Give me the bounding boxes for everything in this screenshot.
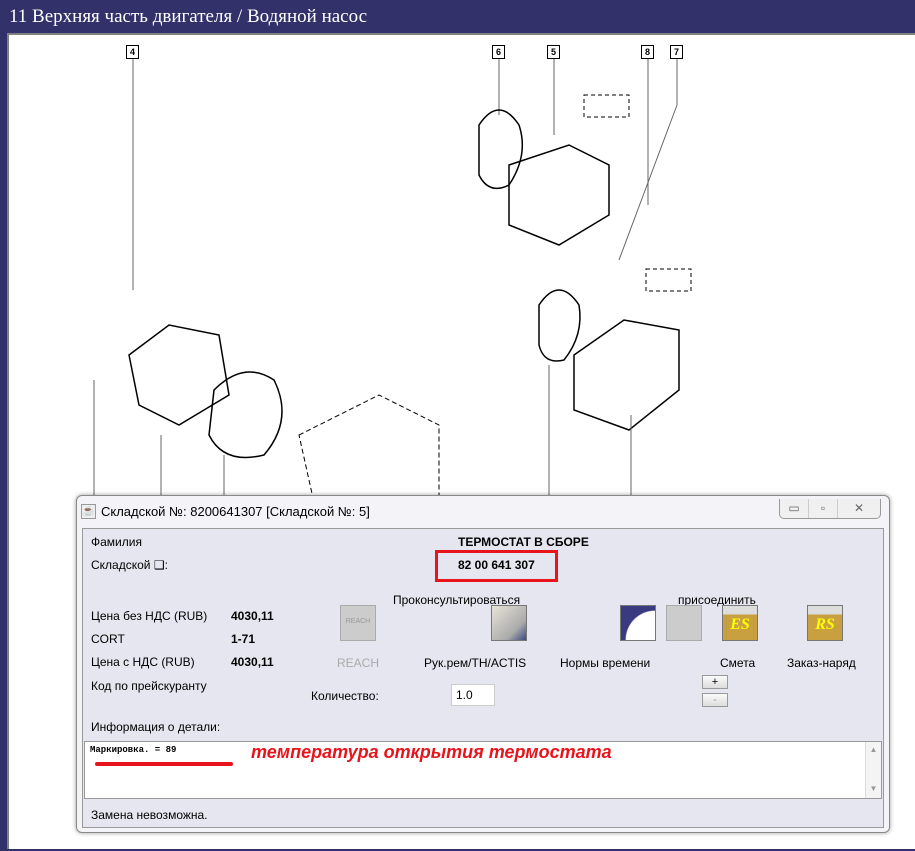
stock-label: Складской ❑: [91,558,168,572]
plus-button[interactable]: + [702,675,728,689]
minimize-button[interactable]: ▭ [780,499,809,518]
callout-5[interactable]: 5 [547,45,560,59]
quantity-label: Количество: [311,689,379,703]
estimate-es-icon[interactable]: ES [722,605,758,641]
info-text: Маркировка. = 89 [90,745,177,755]
window-controls: ▭ ▫ ✕ [779,499,881,519]
close-button[interactable]: ✕ [838,499,880,518]
part-details-dialog: ☕ Складской №: 8200641307 [Складской №: … [76,495,890,833]
info-textarea[interactable]: Маркировка. = 89 температура открытия те… [84,741,882,799]
manual-button-label[interactable]: Рук.рем/TH/ACTIS [424,656,526,670]
callout-6[interactable]: 6 [492,45,505,59]
cort-label: CORT [91,632,125,646]
dialog-title: Складской №: 8200641307 [Складской №: 5] [101,504,370,519]
reach-button-label[interactable]: REACH [337,656,379,670]
window-title: 11 Верхняя часть двигателя / Водяной нас… [0,0,915,33]
clock-icon[interactable] [620,605,656,641]
reach-icon[interactable]: REACH [340,605,376,641]
price-no-vat-value: 4030,11 [231,609,274,623]
family-label: Фамилия [91,535,142,549]
stock-number: 82 00 641 307 [458,558,535,572]
quantity-input[interactable]: 1.0 [451,684,495,706]
callout-7[interactable]: 7 [670,45,683,59]
work-order-rs-icon[interactable]: RS [807,605,843,641]
callout-8[interactable]: 8 [641,45,654,59]
info-label: Информация о детали: [91,720,221,734]
part-name: ТЕРМОСТАТ В СБОРЕ [458,535,589,549]
annotation-text: температура открытия термостата [251,742,612,762]
attach-document-icon[interactable] [666,605,702,641]
dialog-content: Фамилия ТЕРМОСТАТ В СБОРЕ Складской ❑: 8… [82,528,884,828]
estimate-button-label[interactable]: Смета [720,656,755,670]
scrollbar[interactable]: ▲ ▼ [865,742,881,798]
work-order-button-label[interactable]: Заказ-наряд [787,656,856,670]
java-icon: ☕ [81,504,96,519]
cort-value: 1-71 [231,632,256,646]
price-vat-value: 4030,11 [231,655,274,669]
wrench-manual-icon[interactable] [491,605,527,641]
price-vat-label: Цена с НДС (RUB) [91,655,195,669]
maximize-button[interactable]: ▫ [809,499,838,518]
time-norms-button-label[interactable]: Нормы времени [560,656,650,670]
dialog-title-bar: ☕ Складской №: 8200641307 [Складской №: … [81,504,370,519]
pricelist-code-label: Код по прейскуранту [91,679,207,693]
price-no-vat-label: Цена без НДС (RUB) [91,609,208,623]
red-underline-annotation [95,762,233,766]
status-text: Замена невозможна. [91,808,208,822]
minus-button[interactable]: - [702,693,728,707]
callout-4[interactable]: 4 [126,45,139,59]
